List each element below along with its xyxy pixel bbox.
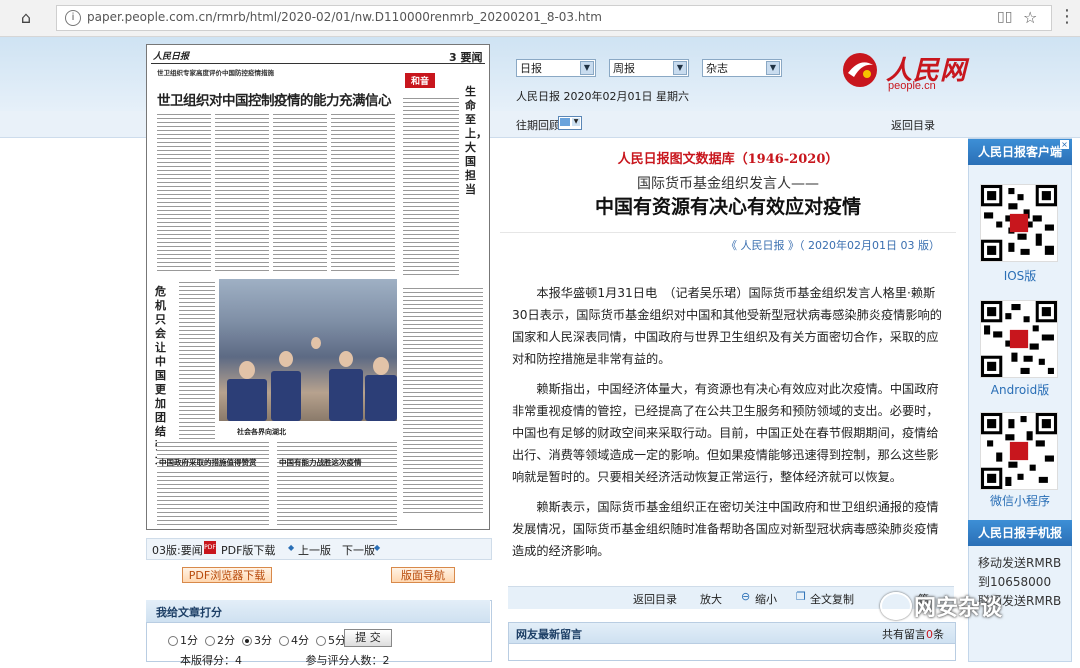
select-weekly[interactable]: 周报 ▼ (609, 59, 689, 77)
logo-url: people.cn (888, 80, 936, 92)
article-source: 《 人民日报 》（ 2020年02月01日 03 版） (726, 239, 940, 252)
paper-photo-caption: 社会各界向湖北 (237, 428, 286, 436)
url-text[interactable]: paper.people.com.cn/rmrb/html/2020-02/01… (87, 10, 602, 24)
next-page-link[interactable]: 下一版 (342, 542, 375, 558)
pdf-icon: PDF (204, 541, 216, 554)
page-label: 03版:要闻 (152, 544, 203, 557)
mobile-line: 移动发送RMRB (978, 556, 1062, 570)
rating-title: 我给文章打分 (156, 606, 222, 619)
address-bar[interactable]: i paper.people.com.cn/rmrb/html/2020-02/… (56, 5, 1052, 31)
paper-masthead: 人民日报 (153, 52, 190, 62)
prev-page-link[interactable]: 上一版 (298, 542, 331, 558)
radio-icon[interactable] (316, 636, 326, 646)
paper-lead-headline: 世卫组织对中国控制疫情的能力充满信心 (157, 93, 392, 109)
paper-bottom-headline-1: 中国政府采取的措施值得赞赏 (159, 458, 257, 467)
toolbar-back-index[interactable]: 返回目录 (633, 591, 677, 607)
paper-top-intro: 世卫组织专家高度评价中国防控疫情措施 (157, 69, 274, 77)
newspaper-page-image[interactable]: 人民日报 3 要闻 世卫组织专家高度评价中国防控疫情措施 世卫组织对中国控制疫情… (146, 44, 490, 530)
back-to-index-link[interactable]: 返回目录 (891, 117, 935, 133)
pdf-download-link[interactable]: PDF版下载 (221, 542, 275, 558)
chevron-down-icon[interactable]: ▼ (673, 61, 687, 75)
comments-title: 网友最新留言 (516, 628, 582, 641)
qr-label-ios: IOS版 (1003, 269, 1037, 283)
rating-option-4[interactable]: 4分 (279, 634, 309, 647)
client-title: 人民日报客户端 (968, 139, 1072, 165)
article-kicker: 国际货币基金组织发言人—— (637, 176, 819, 192)
chevron-down-icon[interactable]: ▼ (580, 61, 594, 75)
toolbar-copy-all[interactable]: 全文复制 (810, 591, 854, 607)
qr-code-android-icon (980, 300, 1058, 378)
article-headline: 中国有资源有决心有效应对疫情 (594, 196, 861, 218)
select-weekly-value: 周报 (613, 62, 635, 75)
article-paragraph: 赖斯表示，国际货币基金组织正在密切关注中国政府和世卫组织通报的疫情发展情况，国际… (512, 500, 939, 558)
paper-badge: 和音 (405, 73, 436, 88)
rating-submit-button[interactable]: 提 交 (344, 629, 392, 647)
zoom-out-icon[interactable]: ⊖ (741, 590, 750, 603)
prev-arrow-icon: ◆ (288, 543, 295, 552)
rating-option-2[interactable]: 2分 (205, 634, 235, 647)
reading-view-icon[interactable]: ▯▯ (997, 9, 1012, 25)
toolbar-zoom-in[interactable]: 放大 (700, 591, 722, 607)
paper-bottom-headline-2: 中国有能力战胜这次疫情 (279, 458, 362, 467)
rating-stats: 本版得分：4 参与评分人数：2 (180, 654, 390, 667)
radio-icon[interactable] (279, 636, 289, 646)
past-issues-label: 往期回顾 (516, 119, 560, 132)
chevron-down-icon[interactable]: ▼ (766, 61, 780, 75)
people-logo-icon (843, 53, 877, 87)
copy-icon[interactable]: ❐ (796, 590, 806, 603)
next-arrow-icon: ◆ (374, 543, 381, 552)
rating-options: 1分 2分 3分 4分 5分 (168, 632, 346, 648)
toolbar-zoom-out[interactable]: 缩小 (755, 591, 777, 607)
radio-icon[interactable] (205, 636, 215, 646)
comments-body (508, 642, 956, 661)
article-paragraph: 本报华盛顿1月31日电 （记者吴乐珺）国际货币基金组织发言人格里·赖斯30日表示… (512, 286, 942, 366)
divider (500, 232, 956, 233)
article-paragraph: 赖斯指出，中国经济体量大，有资源也有决心有效应对此次疫情。中国政府非常重视疫情的… (512, 382, 939, 484)
info-icon[interactable]: i (65, 10, 81, 26)
paper-vertical-headline-1: 生命至上，大国担当 (465, 85, 487, 196)
favorite-star-icon[interactable]: ☆ (1023, 8, 1037, 27)
select-daily[interactable]: 日报 ▼ (516, 59, 596, 77)
select-magazine[interactable]: 杂志 ▼ (702, 59, 782, 77)
qr-label-mini-program: 微信小程序 (989, 494, 1050, 508)
radio-selected-icon[interactable] (242, 636, 252, 646)
date-line: 人民日报 2020年02月01日 星期六 (516, 90, 689, 103)
mobile-title: 人民日报手机报 (968, 520, 1072, 546)
close-icon[interactable]: × (1060, 140, 1069, 149)
pdf-browser-download-button[interactable]: PDF浏览器下载 (182, 567, 272, 583)
past-issues-picker[interactable]: ▼ (558, 116, 582, 130)
home-icon[interactable]: ⌂ (16, 9, 36, 27)
select-daily-value: 日报 (520, 62, 542, 75)
wechat-watermark-icon (880, 592, 912, 620)
page-nav-button[interactable]: 版面导航 (391, 567, 455, 583)
database-title: 人民日报图文数据库（1946-2020） (617, 152, 839, 167)
select-magazine-value: 杂志 (706, 62, 728, 75)
rating-option-5[interactable]: 5分 (316, 634, 346, 647)
more-menu-icon[interactable]: ⋮ (1058, 6, 1076, 27)
comments-count: 共有留言0条 (882, 628, 944, 641)
radio-icon[interactable] (168, 636, 178, 646)
rating-option-3[interactable]: 3分 (242, 634, 272, 647)
qr-label-android: Android版 (990, 383, 1050, 397)
paper-photo (219, 279, 397, 421)
qr-code-ios-icon (980, 184, 1058, 262)
watermark-text: 网安杂谈 (914, 596, 1003, 621)
qr-code-mini-program-icon (980, 412, 1058, 490)
rating-option-1[interactable]: 1分 (168, 634, 198, 647)
